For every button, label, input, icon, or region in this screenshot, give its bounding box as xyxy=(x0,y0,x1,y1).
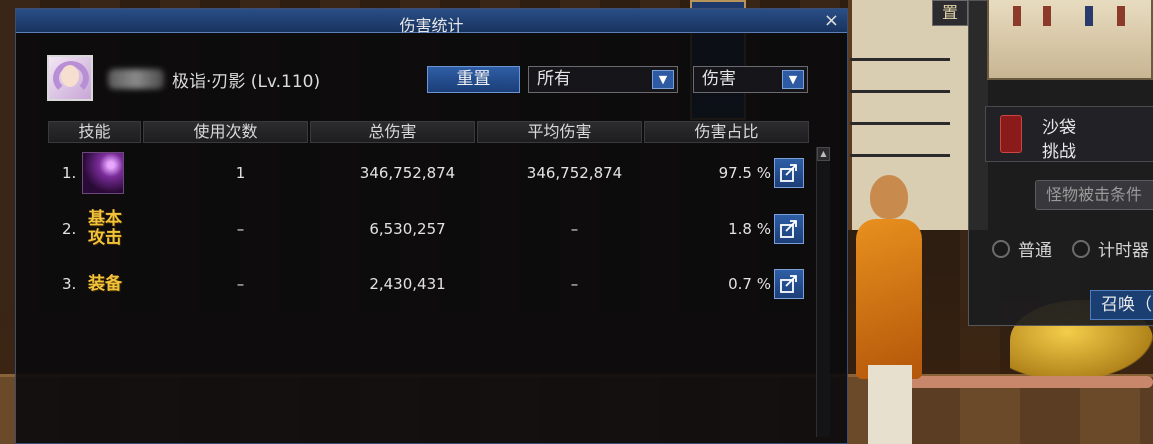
share-icon xyxy=(780,164,797,182)
metric-select[interactable]: 伤害 ▼ xyxy=(693,66,808,93)
row-rank: 1. xyxy=(62,164,77,182)
target-subtitle: 挑战 xyxy=(1042,142,1076,162)
table-row[interactable]: 1. 1 346,752,874 346,752,874 97.5 % xyxy=(48,151,813,195)
panel-tab[interactable]: 置 xyxy=(932,0,968,26)
target-card[interactable]: 沙袋 挑战 xyxy=(985,106,1153,162)
monster-hit-condition-button[interactable]: 怪物被击条件 xyxy=(1035,180,1153,210)
weapon-rack xyxy=(850,40,950,160)
row-total-damage: 6,530,257 xyxy=(369,220,446,238)
minimap xyxy=(987,0,1153,80)
reset-button[interactable]: 重置 xyxy=(427,66,520,93)
row-uses: 1 xyxy=(235,164,246,182)
close-icon[interactable]: × xyxy=(824,10,839,31)
minimap-figure xyxy=(1085,6,1093,26)
row-damage-pct: 1.8 % xyxy=(728,220,771,238)
radio-normal-label: 普通 xyxy=(1018,241,1052,261)
row-rank: 3. xyxy=(62,275,77,293)
chevron-down-icon: ▼ xyxy=(652,70,674,89)
row-damage-pct: 0.7 % xyxy=(728,275,771,293)
row-avg-damage: – xyxy=(570,275,579,293)
radio-timed[interactable]: 计时器 xyxy=(1072,236,1149,261)
row-uses: – xyxy=(236,275,245,293)
monk-npc xyxy=(850,175,930,444)
column-header-skill[interactable]: 技能 xyxy=(48,121,141,143)
dialog-titlebar[interactable]: 伤害统计 × xyxy=(16,9,847,35)
metric-select-value: 伤害 xyxy=(702,69,736,89)
character-class-level: 极诣·刃影 (Lv.110) xyxy=(172,72,321,92)
radio-circle-icon xyxy=(992,239,1010,258)
column-header-total[interactable]: 总伤害 xyxy=(310,121,475,143)
skill-icon xyxy=(82,152,124,194)
damage-stats-dialog: 伤害统计 × 极诣·刃影 (Lv.110) 重置 所有 ▼ 伤害 ▼ 技能 使用… xyxy=(15,8,848,444)
pipe-decoration xyxy=(900,376,1153,388)
table-row[interactable]: 3. 装备 – 2,430,431 – 0.7 % xyxy=(48,262,813,306)
scrollbar[interactable]: ▲ xyxy=(816,147,830,437)
character-portrait xyxy=(47,55,93,101)
share-button[interactable] xyxy=(774,269,804,299)
minimap-figure xyxy=(1013,6,1021,26)
skill-label: 基本 攻击 xyxy=(88,209,122,248)
column-header-avg[interactable]: 平均伤害 xyxy=(477,121,642,143)
radio-circle-icon xyxy=(1072,239,1090,258)
column-header-pct[interactable]: 伤害占比 xyxy=(644,121,809,143)
scroll-up-icon[interactable]: ▲ xyxy=(817,147,830,161)
filter-select-value: 所有 xyxy=(537,69,571,89)
row-avg-damage: 346,752,874 xyxy=(526,164,623,182)
share-icon xyxy=(780,275,797,293)
dialog-title: 伤害统计 xyxy=(399,16,464,35)
row-damage-pct: 97.5 % xyxy=(718,164,771,182)
skill-label: 装备 xyxy=(88,273,122,294)
table-row[interactable]: 2. 基本 攻击 – 6,530,257 – 1.8 % xyxy=(48,207,813,251)
share-button[interactable] xyxy=(774,158,804,188)
blurred-player-name xyxy=(108,69,164,89)
table-header: 技能 使用次数 总伤害 平均伤害 伤害占比 xyxy=(48,121,809,143)
share-icon xyxy=(780,220,797,238)
radio-normal[interactable]: 普通 xyxy=(992,236,1052,261)
row-rank: 2. xyxy=(62,220,77,238)
row-total-damage: 2,430,431 xyxy=(369,275,446,293)
filter-select[interactable]: 所有 ▼ xyxy=(528,66,678,93)
minimap-figure xyxy=(1043,6,1051,26)
column-header-uses[interactable]: 使用次数 xyxy=(143,121,308,143)
row-avg-damage: – xyxy=(570,220,579,238)
radio-timed-label: 计时器 xyxy=(1098,241,1149,261)
sandbag-icon xyxy=(1000,115,1022,153)
target-name: 沙袋 xyxy=(1042,118,1076,138)
summon-button[interactable]: 召唤（ xyxy=(1090,290,1153,320)
row-total-damage: 346,752,874 xyxy=(359,164,456,182)
chevron-down-icon: ▼ xyxy=(782,70,804,89)
minimap-figure xyxy=(1117,6,1125,26)
share-button[interactable] xyxy=(774,214,804,244)
row-uses: – xyxy=(236,220,245,238)
